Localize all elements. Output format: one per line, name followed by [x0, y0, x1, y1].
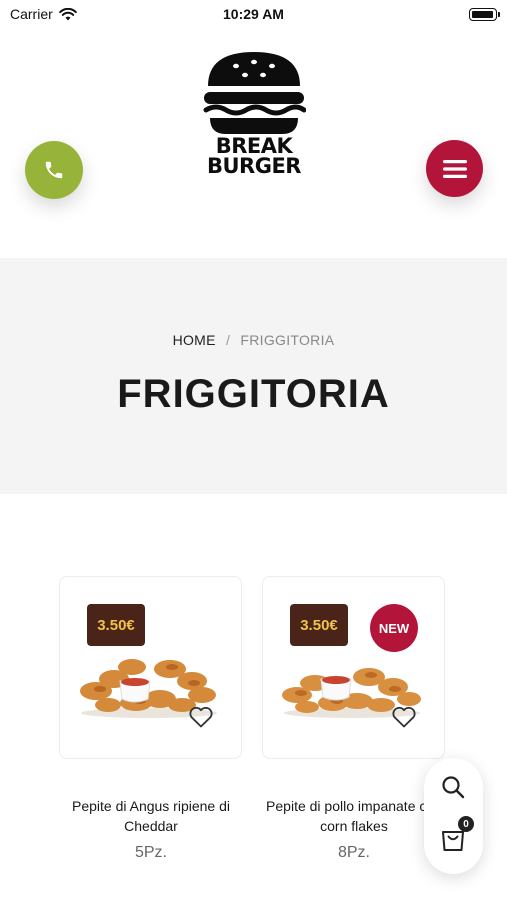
menu-button[interactable] — [426, 140, 483, 197]
product-card[interactable]: 3.50€ — [59, 576, 242, 759]
brand-line-2: BURGER — [207, 154, 301, 178]
heart-icon[interactable] — [188, 705, 214, 729]
header: BREAK BURGER — [0, 28, 507, 258]
search-icon[interactable] — [440, 774, 466, 800]
brand-logo[interactable]: BREAK BURGER — [198, 50, 310, 180]
status-time: 10:29 AM — [223, 6, 284, 22]
phone-button[interactable] — [25, 141, 83, 199]
cart-count-badge: 0 — [458, 816, 474, 832]
floating-toolbar: 0 — [424, 758, 483, 874]
status-bar: Carrier 10:29 AM — [0, 0, 507, 28]
phone-icon — [45, 161, 63, 179]
brand-line-1: BREAK — [215, 134, 293, 158]
page-title: FRIGGITORIA — [117, 372, 390, 416]
burger-logo-icon — [203, 52, 306, 134]
breadcrumb-current: FRIGGITORIA — [240, 332, 335, 348]
breadcrumb-separator: / — [225, 332, 231, 348]
breadcrumb: HOME / FRIGGITORIA — [0, 332, 507, 348]
product-name[interactable]: Pepite di Angus ripiene di Cheddar — [51, 796, 251, 836]
breadcrumb-home-link[interactable]: HOME — [173, 332, 216, 348]
page-hero: HOME / FRIGGITORIA FRIGGITORIA — [0, 258, 507, 494]
product-quantity: 5Pz. — [134, 844, 167, 861]
product-card[interactable]: 3.50€ NEW — [262, 576, 445, 759]
battery-icon — [469, 8, 500, 21]
heart-icon[interactable] — [391, 705, 417, 729]
hamburger-menu-icon — [442, 159, 467, 178]
